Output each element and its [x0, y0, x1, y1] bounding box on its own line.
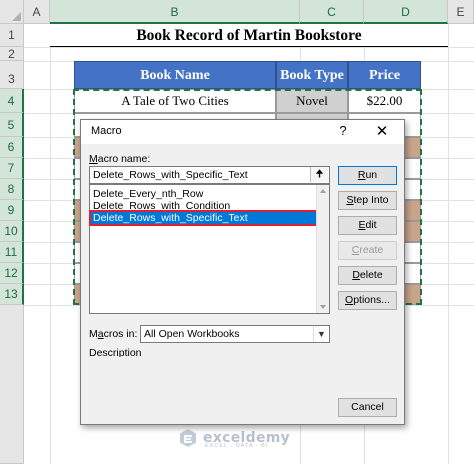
dialog-titlebar[interactable]: Macro ? ✕	[81, 120, 404, 144]
list-item-selected[interactable]: Delete_Rows_with_Specific_Text	[89, 210, 319, 226]
row-header[interactable]: 5	[0, 113, 24, 137]
edit-button[interactable]: Edit	[338, 216, 397, 235]
row-header[interactable]: 2	[0, 47, 24, 61]
row-header[interactable]: 4	[0, 89, 24, 113]
column-header-b[interactable]: B	[50, 0, 300, 24]
list-item[interactable]: Delete_Every_nth_Row	[91, 188, 317, 200]
macro-name-label: Macro name:	[89, 153, 150, 165]
row-header[interactable]: 13	[0, 284, 24, 305]
run-button[interactable]: Run	[338, 166, 397, 185]
macro-dialog: Macro ? ✕ Macro name: Delete_Rows_with_S…	[80, 119, 405, 425]
macros-in-label-start: M	[89, 328, 98, 340]
macros-in-label-end: cros in:	[103, 328, 138, 340]
options-accelerator: O	[345, 294, 354, 306]
row-header[interactable]: 12	[0, 263, 24, 284]
create-button: Create	[338, 241, 397, 260]
header-price: Price	[348, 61, 421, 89]
create-label: reate	[359, 244, 384, 256]
description-box	[89, 357, 330, 415]
run-label: un	[365, 169, 378, 181]
row-header[interactable]: 1	[0, 24, 24, 47]
step-into-button[interactable]: Step Into	[338, 191, 397, 210]
cell-price[interactable]: $22.00	[348, 89, 421, 113]
chevron-down-icon[interactable]: ▼	[313, 326, 329, 342]
gridline	[448, 24, 449, 464]
exceldemy-logo-icon	[180, 429, 196, 447]
watermark-tagline: EXCEL · DATA · BI	[205, 443, 269, 449]
gridline	[24, 47, 474, 48]
watermark: exceldemy EXCEL · DATA · BI	[178, 426, 290, 450]
macros-in-value: All Open Workbooks	[144, 328, 240, 340]
header-book-name: Book Name	[74, 61, 276, 89]
row-header[interactable]: 3	[0, 61, 24, 89]
header-book-type: Book Type	[276, 61, 348, 89]
row-header[interactable]: 10	[0, 221, 24, 242]
macros-in-label: Macros in:	[89, 328, 137, 340]
scroll-up-icon[interactable]	[320, 189, 326, 193]
select-all-corner[interactable]	[0, 0, 24, 24]
row-header[interactable]: 6	[0, 137, 24, 158]
gridline	[50, 24, 51, 464]
column-header-c[interactable]: C	[300, 0, 364, 24]
step-into-label: tep Into	[353, 194, 389, 206]
cell-book[interactable]: A Tale of Two Cities	[74, 89, 276, 113]
close-icon[interactable]: ✕	[373, 122, 391, 140]
column-header-a[interactable]: A	[24, 0, 50, 24]
sheet-title: Book Record of Martin Bookstore	[50, 24, 448, 47]
list-scrollbar[interactable]	[316, 185, 329, 313]
delete-label: elete	[359, 269, 383, 281]
macro-name-accelerator: M	[89, 153, 98, 165]
column-header-d[interactable]: D	[364, 0, 448, 24]
macro-name-input[interactable]: Delete_Rows_with_Specific_Text	[89, 166, 330, 184]
row-header[interactable]: 9	[0, 200, 24, 221]
upload-arrow-icon[interactable]: 🠉	[310, 167, 328, 182]
delete-button[interactable]: Delete	[338, 266, 397, 285]
cell-type[interactable]: Novel	[276, 89, 348, 113]
cancel-button[interactable]: Cancel	[338, 398, 397, 417]
row-header-empty	[0, 305, 24, 464]
scroll-down-icon[interactable]	[320, 305, 326, 309]
row-header[interactable]: 11	[0, 242, 24, 263]
list-item[interactable]: Delete_Rows_with_Condition	[91, 200, 317, 212]
options-label: ptions...	[353, 294, 390, 306]
row-header[interactable]: 7	[0, 158, 24, 179]
edit-label: dit	[365, 219, 377, 231]
macro-list[interactable]: Delete_Every_nth_Row Delete_Rows_with_Co…	[89, 184, 330, 314]
help-icon[interactable]: ?	[334, 123, 352, 138]
row-header[interactable]: 8	[0, 179, 24, 200]
macros-in-select[interactable]: All Open Workbooks ▼	[140, 325, 330, 343]
column-header-e[interactable]: E	[448, 0, 474, 24]
options-button[interactable]: Options...	[338, 291, 397, 310]
macro-name-label-text: acro name:	[97, 153, 151, 165]
dialog-title: Macro	[91, 125, 122, 137]
delete-accelerator: D	[352, 269, 360, 281]
